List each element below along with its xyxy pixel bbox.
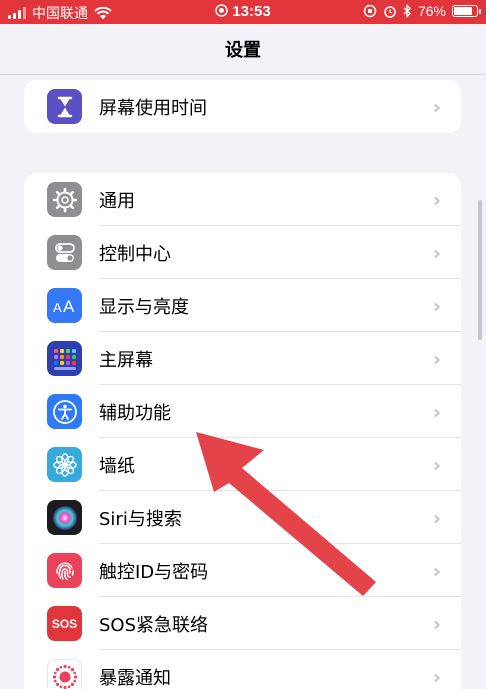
annotation-arrow	[196, 432, 376, 596]
arrow-shape	[196, 432, 376, 596]
